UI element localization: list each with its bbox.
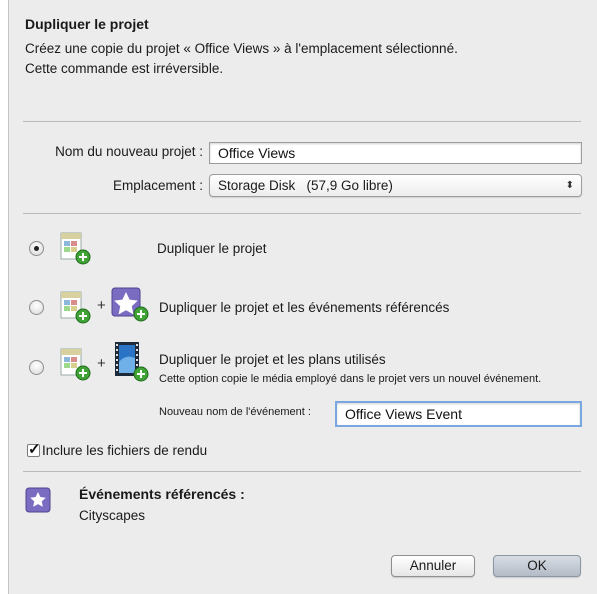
location-popup[interactable]: Storage Disk (57,9 Go libre) ⬍ [209, 174, 582, 197]
location-popup-value: Storage Disk (57,9 Go libre) [218, 178, 393, 193]
star-event-icon [25, 487, 51, 518]
project-add-icon [57, 229, 95, 272]
project-name-input[interactable]: Office Views [209, 142, 582, 164]
event-name-input[interactable]: Office Views Event [335, 401, 582, 427]
radio-duplicate-with-clips[interactable] [29, 360, 44, 375]
project-add-icon [57, 288, 95, 331]
duplicate-project-dialog: Dupliquer le projet Créez une copie du p… [8, 0, 597, 594]
option-duplicate-project-label: Dupliquer le projet [157, 241, 267, 256]
cancel-button[interactable]: Annuler [391, 555, 475, 577]
include-render-checkbox[interactable]: ✓ [27, 441, 41, 458]
option-duplicate-with-events-label: Dupliquer le projet et les événements ré… [159, 300, 450, 315]
referenced-events-value: Cityscapes [79, 508, 146, 523]
project-name-label: Nom du nouveau projet : [55, 144, 203, 159]
plus-icon: + [97, 297, 106, 314]
event-star-add-icon [109, 284, 153, 331]
dialog-description: Créez une copie du projet « Office Views… [25, 41, 458, 76]
option-duplicate-with-clips-label: Dupliquer le projet et les plans utilisé… [159, 352, 386, 367]
separator [23, 213, 581, 214]
include-render-label: Inclure les fichiers de rendu [42, 443, 208, 458]
checkmark-icon: ✓ [28, 441, 41, 458]
radio-duplicate-with-events[interactable] [29, 300, 44, 315]
location-label: Emplacement : [112, 178, 203, 193]
separator [23, 471, 581, 472]
chevron-up-down-icon: ⬍ [565, 180, 574, 191]
plus-icon: + [97, 355, 106, 372]
referenced-events-title: Événements référencés : [79, 486, 245, 502]
radio-duplicate-project[interactable] [29, 241, 44, 256]
separator [23, 121, 581, 122]
option-duplicate-with-clips-sublabel: Cette option copie le média employé dans… [159, 373, 542, 385]
dialog-title: Dupliquer le projet [25, 16, 149, 32]
project-add-icon [57, 345, 95, 388]
ok-button[interactable]: OK [493, 555, 581, 577]
film-clip-add-icon [109, 340, 153, 389]
event-name-label: Nouveau nom de l'événement : [159, 406, 311, 418]
